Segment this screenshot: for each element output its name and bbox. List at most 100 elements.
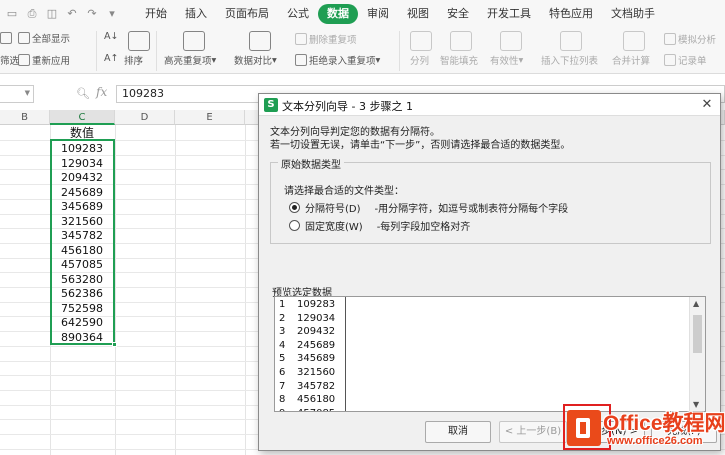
preview-row-value: 129034: [297, 312, 336, 324]
office-logo-icon: [567, 410, 601, 446]
preview-row-number: 3: [279, 326, 286, 338]
preview-row-value: 457085: [297, 407, 335, 411]
sort-desc-icon[interactable]: A↑: [104, 53, 118, 64]
filter-icon: [0, 32, 14, 44]
open-icon[interactable]: ▭: [4, 6, 20, 22]
fill-handle[interactable]: [112, 342, 117, 347]
tab-review[interactable]: 审阅: [358, 4, 398, 24]
preview-row-number: 6: [279, 367, 286, 378]
dialog-title: 文本分列向导 - 3 步骤之 1: [282, 100, 413, 113]
filter-button[interactable]: 筛选: [0, 53, 19, 67]
column-break-line: [345, 297, 346, 411]
site-watermark: Office教程网 www.office26.com: [563, 404, 725, 455]
record-form-button[interactable]: 记录单: [664, 53, 707, 67]
tab-page-layout[interactable]: 页面布局: [216, 4, 278, 24]
reapply-button[interactable]: 重新应用: [18, 53, 70, 67]
radio-fixed-width[interactable]: [289, 219, 300, 231]
name-box[interactable]: ▼: [0, 85, 34, 103]
show-all-icon: [18, 32, 30, 44]
preview-row-number: 5: [279, 353, 286, 365]
column-header-b[interactable]: B: [0, 110, 50, 125]
preview-row: 7 345782: [275, 380, 689, 394]
scroll-up-icon[interactable]: ▲: [693, 299, 699, 308]
split-column-icon: [410, 31, 432, 51]
tab-features[interactable]: 特色应用: [540, 4, 602, 24]
tab-data[interactable]: 数据: [318, 3, 358, 24]
preview-row: 6 321560: [275, 366, 689, 380]
print-preview-icon[interactable]: ◫: [44, 6, 60, 22]
preview-row-number: 9: [279, 407, 285, 411]
column-header-c[interactable]: C: [50, 110, 115, 125]
more-icon[interactable]: ▾: [104, 6, 120, 22]
simulate-analysis-icon: [664, 33, 676, 45]
tab-developer[interactable]: 开发工具: [478, 4, 540, 24]
watermark-url: www.office26.com: [607, 435, 703, 447]
option-delimited[interactable]: 分隔符号(D) -用分隔字符，如逗号或制表符分隔每个字段: [289, 200, 568, 215]
highlight-duplicates-button[interactable]: 高亮重复项 ▾: [164, 53, 216, 68]
sort-button[interactable]: 排序: [124, 53, 143, 67]
toolbar-divider: [156, 31, 157, 71]
group-prompt: 请选择最合适的文件类型：: [284, 186, 404, 197]
radio-delimited[interactable]: [289, 201, 300, 213]
sort-asc-icon[interactable]: A↓: [104, 31, 118, 42]
reject-duplicates-button[interactable]: 拒绝录入重复项 ▾: [295, 53, 380, 67]
preview-row-value: 209432: [297, 326, 336, 338]
sort-icon: [128, 31, 150, 51]
preview-row: 1 109283: [275, 298, 689, 312]
preview-row-value: 245689: [297, 339, 336, 351]
preview-row: 3 209432: [275, 325, 689, 339]
smart-fill-icon: [450, 31, 472, 51]
undo-icon[interactable]: ↶: [64, 6, 80, 22]
preview-scrollbar[interactable]: ▲ ▼: [689, 297, 705, 411]
reapply-icon: [18, 54, 30, 66]
column-header-d[interactable]: D: [115, 110, 175, 125]
toolbar-divider: [399, 31, 400, 71]
scroll-thumb[interactable]: [693, 315, 702, 353]
tab-doc-assistant[interactable]: 文档助手: [602, 4, 664, 24]
insert-dropdown-icon: [560, 31, 582, 51]
print-icon[interactable]: ⎙: [24, 6, 40, 22]
preview-row-value: 345782: [297, 380, 336, 392]
close-icon[interactable]: ✕: [697, 95, 717, 115]
group-legend: 原始数据类型: [278, 156, 344, 171]
zoom-icon[interactable]: 🔍︎: [76, 87, 90, 100]
ribbon-toolbar: 全部显示 筛选 重新应用 A↓ A↑ 排序 高亮重复项 ▾ 数据对比 ▾ 删除重复项…: [0, 27, 725, 74]
delete-duplicates-button[interactable]: 删除重复项: [295, 32, 357, 46]
dialog-titlebar[interactable]: S 文本分列向导 - 3 步骤之 1 ✕: [259, 94, 720, 116]
preview-box[interactable]: 1 109283 2 129034 3 209432 4 245689 5 345689 6 3215…: [274, 296, 706, 412]
chevron-down-icon[interactable]: ▼: [25, 89, 30, 97]
toolbar-divider: [96, 31, 97, 71]
delete-duplicates-icon: [295, 33, 307, 45]
cancel-button[interactable]: 取消: [425, 421, 491, 443]
tab-formula[interactable]: 公式: [278, 4, 318, 24]
record-form-icon: [664, 54, 676, 66]
column-header-e[interactable]: E: [175, 110, 245, 125]
quick-access-toolbar: ▭ ⎙ ◫ ↶ ↷ ▾: [0, 6, 136, 22]
watermark-title: Office教程网: [603, 412, 725, 435]
show-all-button[interactable]: 全部显示: [18, 31, 70, 45]
tab-security[interactable]: 安全: [438, 4, 478, 24]
prev-step-button[interactable]: < 上一步(B): [499, 421, 567, 443]
data-compare-button[interactable]: 数据对比 ▾: [234, 53, 277, 68]
validity-button[interactable]: 有效性 ▾: [490, 53, 523, 68]
preview-row-value: 345689: [297, 353, 336, 365]
option-fixed-width[interactable]: 固定宽度(W) -每列字段加空格对齐: [289, 218, 471, 233]
preview-row-value: 456180: [297, 394, 336, 406]
tab-start[interactable]: 开始: [136, 4, 176, 24]
split-column-button[interactable]: 分列: [410, 53, 429, 67]
tab-insert[interactable]: 插入: [176, 4, 216, 24]
preview-row-number: 7: [279, 380, 286, 392]
fx-icon[interactable]: fx: [96, 85, 107, 99]
redo-icon[interactable]: ↷: [84, 6, 100, 22]
insert-dropdown-button[interactable]: 插入下拉列表: [541, 53, 598, 67]
merge-calc-icon: [623, 31, 645, 51]
preview-row: 2 129034: [275, 312, 689, 326]
simulate-analysis-button[interactable]: 模拟分析: [664, 32, 716, 46]
smart-fill-button[interactable]: 智能填充: [440, 53, 478, 67]
preview-row-number: 4: [279, 339, 286, 351]
tab-view[interactable]: 视图: [398, 4, 438, 24]
option-delimited-label: 分隔符号(D): [305, 203, 361, 215]
merge-calc-button[interactable]: 合并计算: [612, 53, 650, 67]
option-fixed-width-desc: -每列字段加空格对齐: [376, 221, 471, 233]
preview-row: 4 245689: [275, 339, 689, 353]
